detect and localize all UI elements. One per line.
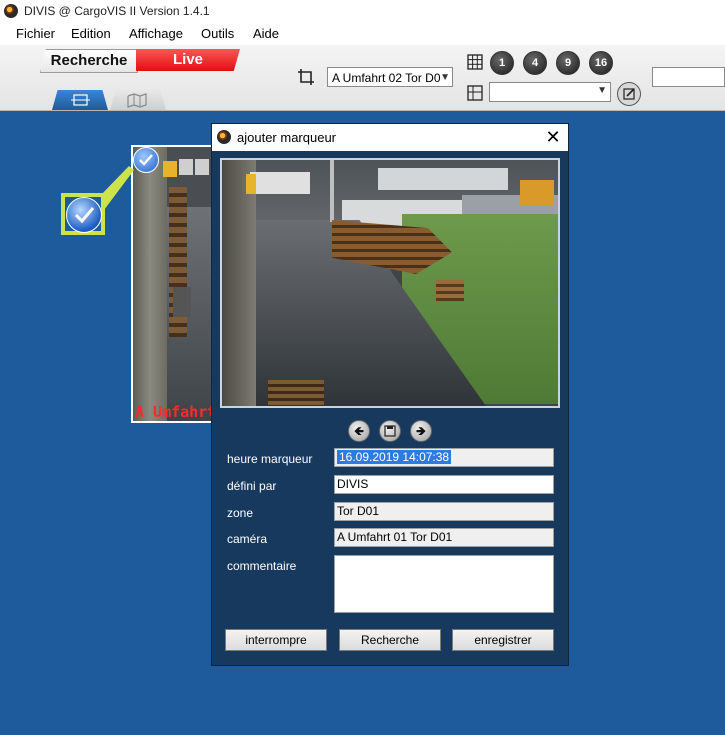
defini-par-field[interactable]: DIVIS — [334, 475, 554, 494]
live-mode-button[interactable]: Live — [136, 49, 240, 71]
menu-bar: Fichier Edition Affichage Outils Aide — [0, 23, 725, 45]
dialog-title: ajouter marqueur — [237, 130, 336, 145]
dialog-header: ajouter marqueur ✕ — [212, 124, 568, 151]
tile-bin — [179, 159, 193, 175]
label-commentaire: commentaire — [227, 559, 297, 573]
menu-aide[interactable]: Aide — [253, 26, 279, 41]
video-yellow-bin — [246, 174, 256, 194]
label-zone: zone — [227, 506, 254, 520]
edit-layout-icon[interactable] — [617, 82, 641, 106]
camera-field[interactable]: A Umfahrt 01 Tor D01 — [334, 528, 554, 547]
save-snapshot-button[interactable] — [379, 420, 401, 442]
checkmark-icon — [139, 154, 153, 166]
app-logo-icon — [217, 130, 231, 144]
menu-outils[interactable]: Outils — [201, 26, 234, 41]
camera-name-overlay: A Umfahrt — [135, 403, 213, 421]
chevron-down-icon: ▼ — [597, 85, 607, 96]
video-foreground-pallet — [268, 380, 324, 406]
app-logo-icon — [4, 4, 18, 18]
tile-cart — [173, 287, 191, 317]
tab-camera-view[interactable] — [52, 90, 108, 110]
custom-layout-icon[interactable] — [467, 85, 483, 101]
menu-fichier[interactable]: Fichier — [16, 26, 55, 41]
tab-map-view[interactable] — [110, 90, 166, 110]
marker-checkmark-icon[interactable] — [133, 147, 159, 173]
tile-wall — [133, 147, 167, 421]
menu-edition[interactable]: Edition — [71, 26, 111, 41]
recherche-button[interactable]: Recherche — [339, 629, 441, 651]
enregistrer-button[interactable]: enregistrer — [452, 629, 554, 651]
recherche-mode-button[interactable]: Recherche — [40, 49, 138, 73]
menu-affichage[interactable]: Affichage — [129, 26, 183, 41]
tile-bin — [163, 161, 177, 177]
map-icon — [127, 93, 147, 108]
video-preview — [220, 158, 560, 408]
video-bins-row — [378, 168, 508, 190]
chevron-down-icon: ▼ — [440, 72, 450, 83]
pencil-icon — [623, 88, 635, 100]
marker-checkmark-icon[interactable] — [66, 197, 102, 233]
grid-icon[interactable] — [467, 54, 483, 70]
close-icon[interactable]: ✕ — [542, 126, 564, 148]
layout-9-button[interactable]: 9 — [556, 51, 580, 75]
search-input[interactable] — [652, 67, 725, 87]
crop-icon[interactable] — [298, 69, 314, 85]
add-marker-dialog: ajouter marqueur ✕ 🡸 🡺 heure marqueur 16… — [211, 123, 569, 666]
layout-4-button[interactable]: 4 — [523, 51, 547, 75]
commentaire-textarea[interactable] — [334, 555, 554, 613]
video-pole — [330, 160, 334, 222]
video-orange-bin — [520, 180, 554, 206]
save-icon — [384, 425, 396, 437]
layout-1-button[interactable]: 1 — [490, 51, 514, 75]
checkmark-icon — [74, 207, 95, 224]
camera-select-value: A Umfahrt 02 Tor D0 — [332, 71, 441, 85]
next-button[interactable]: 🡺 — [410, 420, 432, 442]
tile-bin — [195, 159, 209, 175]
previous-button[interactable]: 🡸 — [348, 420, 370, 442]
label-heure-marqueur: heure marqueur — [227, 452, 313, 466]
zone-field[interactable]: Tor D01 — [334, 502, 554, 521]
interrompre-button[interactable]: interrompre — [225, 629, 327, 651]
heure-marqueur-field[interactable]: 16.09.2019 14:07:38 — [334, 448, 554, 467]
title-bar: DIVIS @ CargoVIS II Version 1.4.1 — [0, 0, 725, 23]
video-wall — [222, 160, 256, 406]
video-containers — [250, 172, 310, 194]
label-defini-par: défini par — [227, 479, 277, 493]
camera-select[interactable]: A Umfahrt 02 Tor D0 ▼ — [327, 67, 453, 87]
layout-16-button[interactable]: 16 — [589, 51, 613, 75]
camera-view-icon — [71, 94, 90, 106]
camera-tile[interactable]: A Umfahrt — [131, 145, 213, 423]
label-camera: caméra — [227, 532, 268, 546]
layout-select[interactable]: ▼ — [489, 82, 611, 102]
video-pallet-stack — [436, 280, 464, 302]
window-title: DIVIS @ CargoVIS II Version 1.4.1 — [24, 4, 210, 18]
heure-value: 16.09.2019 14:07:38 — [337, 450, 452, 464]
